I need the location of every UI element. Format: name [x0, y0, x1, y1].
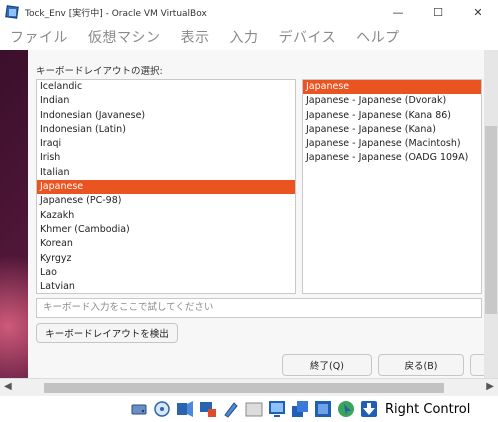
list-item[interactable]: Japanese - Japanese (Macintosh)	[303, 137, 481, 151]
layout-list[interactable]: Icelandic Indian Indonesian (Javanese) I…	[36, 79, 296, 294]
detect-layout-button[interactable]: キーボードレイアウトを検出	[36, 323, 178, 343]
window-title: Tock_Env [実行中] - Oracle VM VirtualBox	[25, 8, 207, 19]
list-item[interactable]: Japanese - Japanese (Dvorak)	[303, 94, 481, 108]
list-item[interactable]: Korean	[37, 237, 295, 251]
list-item[interactable]: Italian	[37, 166, 295, 180]
guest-desktop: キーボードレイアウトの選択: Icelandic Indian Indonesi…	[0, 50, 498, 396]
list-item[interactable]: Icelandic	[37, 80, 295, 94]
list-item[interactable]: Khmer (Cambodia)	[37, 223, 295, 237]
maximize-button[interactable]: ☐	[418, 0, 458, 24]
list-item[interactable]: Latvian	[37, 280, 295, 293]
menu-devices[interactable]: デバイス	[279, 27, 337, 47]
virtualbox-icon	[5, 5, 19, 19]
status-bar: Right Control	[0, 396, 498, 422]
quit-button[interactable]: 終了(Q)	[282, 354, 372, 376]
recording-icon[interactable]	[291, 400, 309, 418]
select-layout-label: キーボードレイアウトの選択:	[36, 66, 163, 77]
scroll-right-arrow-icon[interactable]: ▶	[486, 381, 494, 392]
cpu-icon[interactable]	[314, 400, 332, 418]
title-bar: Tock_Env [実行中] - Oracle VM VirtualBox — …	[0, 0, 498, 24]
display-icon[interactable]	[268, 400, 286, 418]
menu-input[interactable]: 入力	[230, 27, 259, 47]
host-key-arrow-icon[interactable]	[360, 400, 378, 418]
list-item[interactable]: Kazakh	[37, 209, 295, 223]
window-controls: — ☐ ✕	[378, 0, 498, 24]
mouse-integration-icon[interactable]	[337, 400, 355, 418]
keyboard-layout-dialog: キーボードレイアウトの選択: Icelandic Indian Indonesi…	[28, 50, 498, 396]
variant-list[interactable]: Japanese Japanese - Japanese (Dvorak) Ja…	[302, 79, 482, 294]
menu-view[interactable]: 表示	[181, 27, 210, 47]
usb-icon[interactable]	[222, 400, 240, 418]
close-button[interactable]: ✕	[458, 0, 498, 24]
list-item[interactable]: Irish	[37, 151, 295, 165]
list-item[interactable]: Indian	[37, 94, 295, 108]
scrollbar-thumb[interactable]	[485, 126, 497, 314]
menu-help[interactable]: ヘルプ	[356, 27, 400, 47]
scrollbar-thumb[interactable]	[44, 383, 444, 393]
list-item[interactable]: Japanese - Japanese (Kana 86)	[303, 109, 481, 123]
list-item[interactable]: Kyrgyz	[37, 252, 295, 266]
audio-icon[interactable]	[176, 400, 194, 418]
list-item[interactable]: Japanese - Japanese (OADG 109A)	[303, 151, 481, 165]
host-key-label: Right Control	[385, 401, 471, 417]
network-icon[interactable]	[199, 400, 217, 418]
shared-folder-icon[interactable]	[245, 400, 263, 418]
optical-drive-icon[interactable]	[153, 400, 171, 418]
list-item[interactable]: Lao	[37, 266, 295, 280]
keyboard-test-input[interactable]: キーボード入力をここで試してください	[36, 298, 482, 318]
list-item[interactable]: Japanese - Japanese (Kana)	[303, 123, 481, 137]
menu-machine[interactable]: 仮想マシン	[88, 27, 161, 47]
list-item[interactable]: Indonesian (Latin)	[37, 123, 295, 137]
hard-disk-icon[interactable]	[130, 400, 148, 418]
back-button[interactable]: 戻る(B)	[378, 354, 464, 376]
menu-file[interactable]: ファイル	[10, 27, 68, 47]
horizontal-scrollbar[interactable]: ◀ ▶	[0, 378, 498, 396]
menu-bar: ファイル 仮想マシン 表示 入力 デバイス ヘルプ	[0, 24, 498, 50]
vertical-scrollbar[interactable]	[484, 50, 498, 380]
list-item-selected[interactable]: Japanese	[37, 180, 295, 195]
list-item[interactable]: Iraqi	[37, 137, 295, 151]
minimize-button[interactable]: —	[378, 0, 418, 24]
list-item[interactable]: Japanese (PC-98)	[37, 194, 295, 208]
list-item-selected[interactable]: Japanese	[303, 80, 481, 95]
status-icons	[130, 400, 383, 418]
list-item[interactable]: Indonesian (Javanese)	[37, 109, 295, 123]
scroll-left-arrow-icon[interactable]: ◀	[4, 381, 12, 392]
